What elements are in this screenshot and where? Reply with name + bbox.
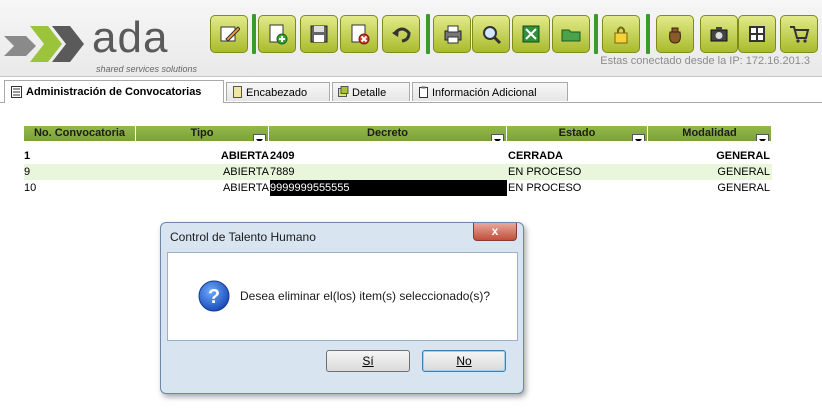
- column-header-label: Estado: [558, 127, 596, 139]
- column-header-decreto[interactable]: Decreto: [269, 126, 507, 141]
- export-icon: [522, 25, 540, 43]
- delete-icon: [351, 24, 370, 45]
- clipboard-icon: [419, 86, 428, 98]
- dialog-close-button[interactable]: x: [473, 223, 517, 241]
- column-header-label: Modalidad: [682, 127, 737, 139]
- cell-estado: EN PROCESO: [508, 182, 582, 194]
- filter-dropdown-icon[interactable]: [491, 134, 504, 141]
- new-icon: [269, 24, 288, 45]
- column-header-label: Decreto: [367, 127, 408, 139]
- filter-dropdown-icon[interactable]: [253, 134, 266, 141]
- cell-modalidad: GENERAL: [717, 182, 770, 194]
- cell-tipo: ABIERTA: [222, 182, 269, 194]
- no-button[interactable]: No: [422, 350, 506, 372]
- tab-informacion-adicional[interactable]: Información Adicional: [412, 82, 568, 101]
- column-header-label: No. Convocatoria: [33, 127, 126, 139]
- camera-button[interactable]: [700, 15, 738, 53]
- filter-dropdown-icon[interactable]: [756, 134, 769, 141]
- tab-label: Detalle: [352, 87, 387, 99]
- cell-decreto-selected[interactable]: 9999999555555: [270, 180, 507, 196]
- table-row[interactable]: 1 ABIERTA 2409 CERRADA GENERAL: [24, 148, 772, 164]
- lock-icon: [614, 26, 628, 44]
- cell-no: 10: [24, 182, 37, 194]
- cart-icon: [790, 26, 810, 43]
- document-icon: [233, 86, 242, 98]
- tab-label: Encabezado: [246, 87, 308, 99]
- svg-text:?: ?: [208, 286, 220, 308]
- cell-modalidad: GENERAL: [717, 166, 770, 178]
- connection-status: Estas conectado desde la IP: 172.16.201.…: [600, 55, 810, 67]
- save-button[interactable]: [300, 15, 338, 53]
- ada-logo: ada shared services solutions: [4, 8, 204, 74]
- undo-button[interactable]: [382, 15, 420, 53]
- cell-decreto: 2409: [270, 150, 295, 162]
- search-button[interactable]: [472, 15, 510, 53]
- dialog-message: Desea eliminar el(los) item(s) seleccion…: [240, 289, 491, 303]
- delete-button[interactable]: [340, 15, 378, 53]
- money-bag-icon: [669, 27, 681, 44]
- cell-estado: CERRADA: [508, 150, 563, 162]
- new-button[interactable]: [258, 15, 296, 53]
- column-header-no-convocatoria[interactable]: No. Convocatoria: [24, 126, 136, 141]
- tab-strip: Administración de Convocatorias Encabeza…: [0, 80, 822, 103]
- search-icon: [483, 26, 502, 45]
- column-header-tipo[interactable]: Tipo: [136, 126, 269, 141]
- save-icon: [310, 25, 328, 43]
- cell-no: 1: [24, 150, 31, 162]
- toolbar-separator: [426, 14, 430, 54]
- list-icon: [11, 86, 22, 98]
- toolbar-separator: [646, 14, 650, 54]
- print-button[interactable]: [433, 15, 471, 53]
- no-button-label: No: [456, 354, 472, 368]
- lock-button[interactable]: [602, 15, 640, 53]
- undo-icon: [392, 27, 411, 43]
- yes-button-label: Sí: [362, 354, 374, 368]
- grid-icon: [749, 26, 765, 42]
- column-header-estado[interactable]: Estado: [507, 126, 648, 141]
- camera-icon: [710, 27, 728, 42]
- cart-button[interactable]: [780, 15, 818, 53]
- tab-detalle[interactable]: Detalle: [332, 82, 410, 101]
- grid-button[interactable]: [738, 15, 776, 53]
- cell-tipo: ABIERTA: [220, 150, 269, 162]
- table-row[interactable]: 10 ABIERTA 9999999555555 EN PROCESO GENE…: [24, 180, 772, 196]
- detail-icon: [338, 86, 349, 97]
- cell-estado: EN PROCESO: [508, 166, 582, 178]
- logo-mark-icon: [4, 26, 84, 62]
- dialog-title: Control de Talento Humano: [170, 230, 316, 244]
- export-button[interactable]: [512, 15, 550, 53]
- question-icon: ?: [198, 280, 230, 312]
- edit-button[interactable]: [210, 15, 248, 53]
- table-row[interactable]: 9 ABIERTA 7889 EN PROCESO GENERAL: [24, 164, 772, 180]
- logo-tagline: shared services solutions: [96, 64, 198, 74]
- cell-modalidad: GENERAL: [716, 150, 770, 162]
- folder-icon: [561, 29, 581, 42]
- app-header: ada shared services solutions Estas cone…: [0, 0, 822, 77]
- tab-administracion[interactable]: Administración de Convocatorias: [4, 80, 224, 103]
- toolbar-separator: [594, 14, 598, 54]
- money-bag-button[interactable]: [656, 15, 694, 53]
- tab-encabezado[interactable]: Encabezado: [226, 82, 330, 101]
- column-header-label: Tipo: [190, 127, 214, 139]
- cell-no: 9: [24, 166, 31, 178]
- toolbar-separator: [252, 14, 256, 54]
- yes-button[interactable]: Sí: [326, 350, 410, 372]
- toolbar: [208, 12, 822, 56]
- confirm-dialog: Control de Talento Humano x ? Desea elim…: [160, 222, 524, 394]
- print-icon: [444, 25, 462, 44]
- logo-text: ada: [92, 13, 169, 62]
- folder-button[interactable]: [552, 15, 590, 53]
- cell-decreto: 7889: [270, 166, 295, 178]
- filter-dropdown-icon[interactable]: [632, 134, 645, 141]
- dialog-body: ? Desea eliminar el(los) item(s) selecci…: [167, 252, 518, 341]
- edit-icon: [220, 26, 240, 42]
- cell-tipo: ABIERTA: [222, 166, 269, 178]
- column-header-modalidad[interactable]: Modalidad: [648, 126, 772, 141]
- tab-label: Información Adicional: [432, 87, 537, 99]
- tab-label: Administración de Convocatorias: [26, 86, 202, 98]
